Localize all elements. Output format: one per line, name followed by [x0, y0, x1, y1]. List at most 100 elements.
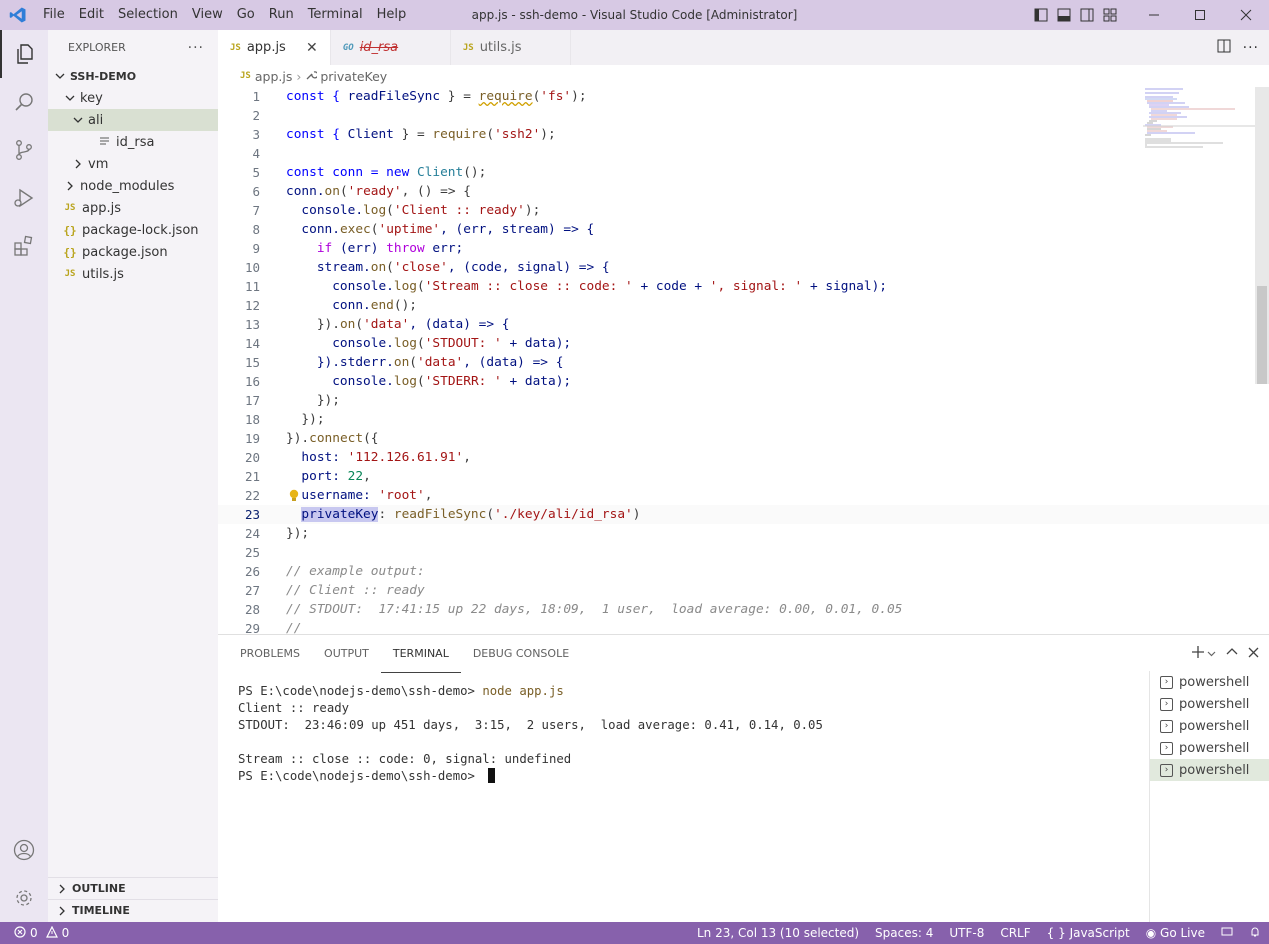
toggle-primary-sidebar-icon[interactable] — [1029, 0, 1052, 30]
terminal-instance[interactable]: › powershell — [1150, 715, 1269, 737]
close-icon[interactable]: ✕ — [304, 40, 320, 56]
encoding[interactable]: UTF-8 — [941, 926, 992, 940]
code-line: 22 username: 'root', — [218, 486, 1269, 505]
project-root[interactable]: SSH-DEMO — [48, 65, 218, 87]
close-window-icon[interactable] — [1223, 0, 1269, 30]
chevron-down-icon[interactable] — [1207, 647, 1216, 662]
accounts-icon[interactable] — [0, 826, 48, 874]
vscode-logo-icon[interactable] — [0, 0, 36, 30]
breadcrumb-symbol[interactable]: privateKey — [320, 69, 387, 84]
tree-item-vm[interactable]: vm — [48, 153, 218, 175]
cursor-position[interactable]: Ln 23, Col 13 (10 selected) — [689, 926, 867, 940]
toggle-secondary-sidebar-icon[interactable] — [1075, 0, 1098, 30]
breadcrumb-file[interactable]: app.js — [255, 69, 293, 84]
tree-item-key[interactable]: key — [48, 87, 218, 109]
tab-id-rsa[interactable]: GO id_rsa — [331, 30, 451, 65]
terminal-line: STDOUT: 23:46:09 up 451 days, 3:15, 2 us… — [238, 717, 823, 732]
tab-app-js[interactable]: JS app.js ✕ — [218, 30, 331, 65]
line-number: 9 — [252, 241, 260, 256]
search-icon[interactable] — [0, 78, 48, 126]
terminal-line: Client :: ready — [238, 700, 350, 715]
problems-status[interactable]: 0 0 — [0, 925, 70, 941]
new-terminal-icon[interactable] — [1191, 645, 1205, 663]
tab-problems[interactable]: PROBLEMS — [228, 636, 312, 672]
run-debug-icon[interactable] — [0, 174, 48, 222]
more-actions-icon[interactable]: ··· — [188, 40, 204, 56]
menu-file[interactable]: File — [36, 0, 72, 30]
close-panel-icon[interactable] — [1248, 647, 1259, 662]
code-line: 16 console.log('STDERR: ' + data); — [218, 372, 1269, 391]
maximize-icon[interactable] — [1177, 0, 1223, 30]
line-number: 26 — [244, 564, 260, 579]
tab-debug-console[interactable]: DEBUG CONSOLE — [461, 636, 581, 672]
indentation[interactable]: Spaces: 4 — [867, 926, 941, 940]
feedback-icon[interactable] — [1213, 926, 1241, 941]
menu-bar: File Edit Selection View Go Run Terminal… — [36, 0, 413, 30]
line-number: 24 — [244, 526, 260, 541]
tab-utils-js[interactable]: JS utils.js — [451, 30, 571, 65]
menu-view[interactable]: View — [185, 0, 230, 30]
source-control-icon[interactable] — [0, 126, 48, 174]
tree-item-package-json[interactable]: {} package.json — [48, 241, 218, 263]
tab-label: utils.js — [479, 40, 522, 55]
line-number: 10 — [244, 260, 260, 275]
terminal-instance[interactable]: › powershell — [1150, 671, 1269, 693]
menu-run[interactable]: Run — [262, 0, 301, 30]
line-ending[interactable]: CRLF — [992, 926, 1038, 940]
code-line: 3 const { Client } = require('ssh2'); — [218, 125, 1269, 144]
maximize-panel-icon[interactable] — [1226, 646, 1238, 662]
customize-layout-icon[interactable] — [1098, 0, 1121, 30]
language-label: JavaScript — [1069, 926, 1130, 940]
code-line: 21 port: 22, — [218, 467, 1269, 486]
extensions-icon[interactable] — [0, 222, 48, 270]
notifications-bell-icon[interactable] — [1241, 926, 1269, 941]
minimap[interactable] — [1143, 87, 1258, 167]
terminal-icon: › — [1160, 697, 1173, 711]
menu-help[interactable]: Help — [370, 0, 414, 30]
split-editor-icon[interactable] — [1217, 39, 1231, 57]
line-number: 5 — [252, 165, 260, 180]
code-line: 25 — [218, 543, 1269, 562]
terminal-output[interactable]: PS E:\code\nodejs-demo\ssh-demo> node ap… — [238, 682, 823, 784]
line-number: 27 — [244, 583, 260, 598]
code-editor[interactable]: 1 const { readFileSync } = require('fs');… — [218, 87, 1269, 638]
warning-count: 0 — [61, 926, 70, 940]
tree-item-app-js[interactable]: JS app.js — [48, 197, 218, 219]
toggle-panel-icon[interactable] — [1052, 0, 1075, 30]
line-number: 1 — [252, 89, 260, 104]
tree-item-package-lock-json[interactable]: {} package-lock.json — [48, 219, 218, 241]
terminal-instance[interactable]: › powershell — [1150, 693, 1269, 715]
project-name: SSH-DEMO — [70, 69, 137, 83]
line-number: 11 — [244, 279, 260, 294]
go-live-button[interactable]: ◉ Go Live — [1138, 926, 1213, 940]
menu-selection[interactable]: Selection — [111, 0, 185, 30]
tree-item-utils-js[interactable]: JS utils.js — [48, 263, 218, 285]
tree-item-label: app.js — [82, 200, 121, 216]
tab-output[interactable]: OUTPUT — [312, 636, 381, 672]
outline-section[interactable]: OUTLINE — [48, 877, 218, 899]
code-line: 12 conn.end(); — [218, 296, 1269, 315]
code-line: 28// STDOUT: 17:41:15 up 22 days, 18:09,… — [218, 600, 1269, 619]
timeline-section[interactable]: TIMELINE — [48, 899, 218, 921]
chevron-right-icon — [62, 178, 78, 194]
terminal-instance[interactable]: › powershell — [1150, 737, 1269, 759]
code-line: 15 }).stderr.on('data', (data) => { — [218, 353, 1269, 372]
terminal-instance-selected[interactable]: › powershell — [1150, 759, 1269, 781]
tab-terminal[interactable]: TERMINAL — [380, 636, 461, 673]
language-mode[interactable]: { } JavaScript — [1039, 926, 1138, 940]
tree-item-ali[interactable]: ali — [48, 109, 218, 131]
tab-label: id_rsa — [359, 40, 399, 55]
minimize-icon[interactable] — [1131, 0, 1177, 30]
menu-terminal[interactable]: Terminal — [301, 0, 370, 30]
line-number: 15 — [244, 355, 260, 370]
menu-go[interactable]: Go — [230, 0, 262, 30]
menu-edit[interactable]: Edit — [72, 0, 111, 30]
code-line: 1 const { readFileSync } = require('fs'); — [218, 87, 1269, 106]
editor-scrollbar[interactable] — [1255, 87, 1269, 634]
tree-item-id-rsa[interactable]: id_rsa — [48, 131, 218, 153]
more-actions-icon[interactable]: ··· — [1243, 40, 1259, 56]
tree-item-node-modules[interactable]: node_modules — [48, 175, 218, 197]
explorer-icon[interactable] — [0, 30, 48, 78]
settings-gear-icon[interactable] — [0, 874, 48, 922]
line-number: 7 — [252, 203, 260, 218]
